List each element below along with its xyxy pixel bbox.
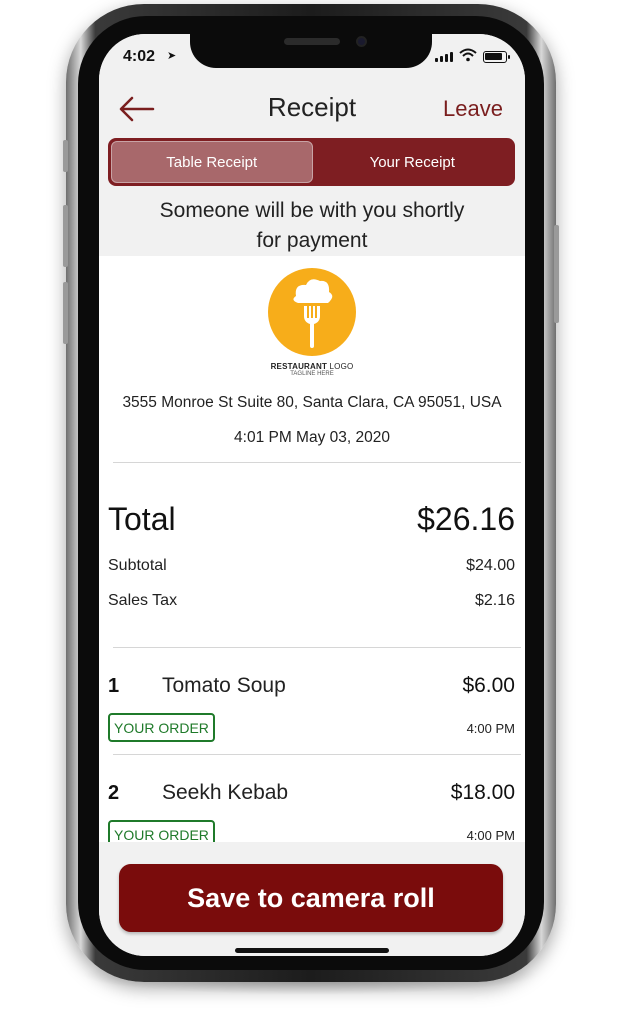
item-price: $6.00 <box>462 674 515 697</box>
item-time: 4:00 PM <box>466 721 515 736</box>
leave-button[interactable]: Leave <box>443 96 503 122</box>
side-button-power <box>554 225 559 323</box>
home-indicator[interactable] <box>235 948 389 953</box>
logo-tagline: TAGLINE HERE <box>290 371 334 377</box>
save-to-camera-roll-button[interactable]: Save to camera roll <box>119 864 503 932</box>
tab-table-receipt[interactable]: Table Receipt <box>111 141 313 183</box>
sales-tax-label: Sales Tax <box>108 592 178 609</box>
speaker-grille <box>284 38 340 45</box>
notice-line-1: Someone will be with you shortly <box>159 199 465 222</box>
footer: Save to camera roll <box>99 842 525 956</box>
item-price: $18.00 <box>450 781 515 804</box>
front-camera <box>356 36 367 47</box>
wifi-icon <box>459 48 477 62</box>
tab-your-receipt[interactable]: Your Receipt <box>313 141 513 183</box>
side-button-volume-down <box>63 282 68 344</box>
logo-name-light: LOGO <box>329 362 354 371</box>
phone-notch <box>190 30 432 68</box>
chef-fork-icon <box>293 279 333 348</box>
divider <box>113 754 521 755</box>
your-order-badge: YOUR ORDER <box>108 820 215 842</box>
total-label: Total <box>108 501 176 537</box>
sales-tax-value: $2.16 <box>474 592 515 609</box>
item-time: 4:00 PM <box>466 828 515 842</box>
divider <box>113 647 521 648</box>
subtotal-value: $24.00 <box>466 557 515 574</box>
battery-icon <box>483 51 510 63</box>
receipt-body: RESTAURANT LOGO TAGLINE HERE 3555 Monroe… <box>99 256 525 842</box>
total-value: $26.16 <box>417 501 515 537</box>
item-quantity: 1 <box>108 675 120 697</box>
notice-line-2: for payment <box>256 229 368 252</box>
your-order-badge: YOUR ORDER <box>108 713 215 742</box>
status-time: 4:02 <box>123 48 156 65</box>
signal-icon <box>435 52 453 62</box>
header: Receipt Leave Table Receipt Your Receipt… <box>99 84 525 256</box>
restaurant-address: 3555 Monroe St Suite 80, Santa Clara, CA… <box>122 394 502 411</box>
location-arrow-icon: ➤ <box>167 50 177 62</box>
item-name: Seekh Kebab <box>162 781 289 804</box>
logo-circle <box>268 268 356 356</box>
item-name: Tomato Soup <box>162 674 286 697</box>
side-button-volume-up <box>63 205 68 267</box>
payment-notice: Someone will be with you shortly for pay… <box>99 196 525 256</box>
logo-name-bold: RESTAURANT <box>270 362 328 371</box>
item-quantity: 2 <box>108 782 120 804</box>
divider <box>113 462 521 463</box>
restaurant-logo: RESTAURANT LOGO TAGLINE HERE <box>99 268 525 377</box>
app-screen: 4:02 ➤ Receipt Leave Table Receipt Your … <box>99 34 525 956</box>
receipt-tab-switcher: Table Receipt Your Receipt <box>108 138 515 186</box>
subtotal-label: Subtotal <box>108 557 167 574</box>
side-button-silent <box>63 140 68 172</box>
receipt-datetime: 4:01 PM May 03, 2020 <box>234 429 390 446</box>
logo-name: RESTAURANT LOGO <box>99 362 525 371</box>
